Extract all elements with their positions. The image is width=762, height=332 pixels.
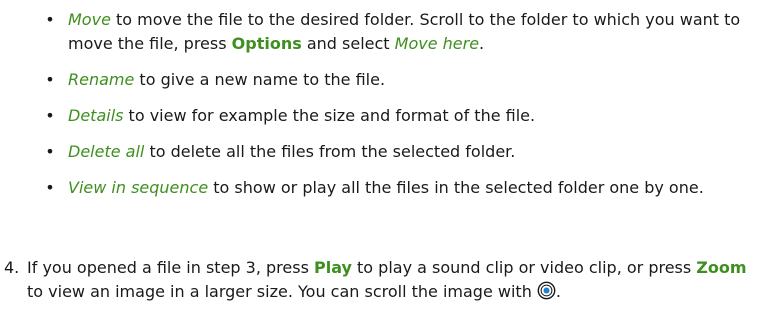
term-move-here: Move here [394, 34, 480, 53]
bullet: • [45, 178, 55, 197]
term-rename: Rename [68, 70, 135, 89]
option-list: • Move to move the file to the desired f… [44, 8, 756, 212]
step-4: 4. If you opened a file in step 3, press… [4, 256, 756, 304]
term-details: Details [68, 106, 124, 125]
step-text-part: . [555, 282, 562, 301]
list-item-move: • Move to move the file to the desired f… [44, 8, 756, 56]
manual-page: • Move to move the file to the desired f… [0, 0, 762, 332]
list-item-delete-all: • Delete all to delete all the files fro… [44, 140, 756, 164]
item-text: to delete all the files from the selecte… [144, 142, 516, 161]
step-text-part: to play a sound clip or video clip, or p… [351, 258, 697, 277]
bullet: • [45, 10, 55, 29]
item-text: to show or play all the files in the sel… [208, 178, 704, 197]
step-number: 4. [4, 258, 20, 277]
bullet: • [45, 106, 55, 125]
step-text-part: If you opened a file in step 3, press [27, 258, 314, 277]
term-view-in-sequence: View in sequence [68, 178, 209, 197]
item-text: and select [301, 34, 395, 53]
bullet: • [45, 142, 55, 161]
key-zoom: Zoom [696, 258, 747, 277]
item-text: to give a new name to the file. [134, 70, 386, 89]
list-item-view-in-sequence: • View in sequence to show or play all t… [44, 176, 756, 200]
key-play: Play [313, 258, 352, 277]
term-delete-all: Delete all [68, 142, 145, 161]
scroll-key-icon [537, 281, 556, 300]
list-item-rename: • Rename to give a new name to the file. [44, 68, 756, 92]
step-text-part: to view an image in a larger size. You c… [27, 282, 537, 301]
item-text: to view for example the size and format … [123, 106, 536, 125]
list-item-details: • Details to view for example the size a… [44, 104, 756, 128]
bullet: • [45, 70, 55, 89]
key-options: Options [231, 34, 302, 53]
term-move: Move [68, 10, 111, 29]
step-text: If you opened a file in step 3, press Pl… [27, 256, 756, 304]
item-text: . [479, 34, 485, 53]
